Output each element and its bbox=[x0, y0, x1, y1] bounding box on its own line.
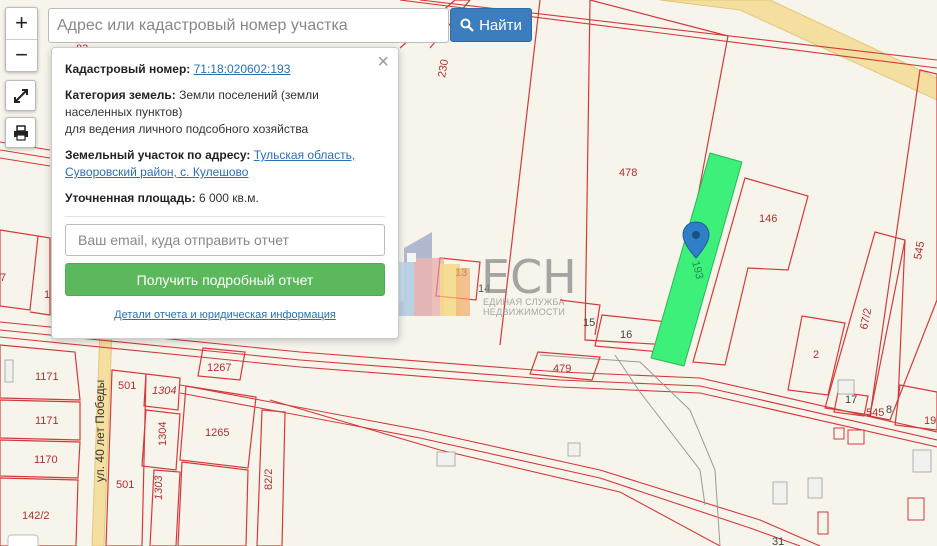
zoom-out-button[interactable]: − bbox=[6, 39, 37, 71]
plot-label: 1303 bbox=[153, 475, 165, 500]
plot-label: 82/2 bbox=[263, 469, 275, 490]
watermark-line1: ЕДИНАЯ СЛУЖБА bbox=[483, 297, 565, 307]
watermark-line2: НЕДВИЖИМОСТИ bbox=[483, 307, 565, 317]
plot-label: 501 bbox=[116, 479, 134, 491]
building bbox=[772, 481, 788, 505]
plot-label: 8 bbox=[886, 404, 892, 416]
address-label: Земельный участок по адресу: bbox=[65, 148, 251, 162]
zoom-control: + − bbox=[5, 7, 38, 72]
plot-label: 478 bbox=[619, 167, 637, 179]
category-usage: для ведения личного подсобного хозяйства bbox=[65, 122, 309, 136]
printer-icon bbox=[13, 124, 28, 141]
plot-label: 146 bbox=[759, 213, 777, 225]
close-icon[interactable]: × bbox=[377, 51, 389, 73]
attribution-button[interactable] bbox=[7, 534, 39, 546]
plot-label: 1171 bbox=[35, 415, 59, 427]
plot-label: 197 bbox=[924, 415, 937, 427]
fullscreen-button[interactable] bbox=[5, 80, 36, 111]
popup-divider bbox=[65, 216, 385, 217]
plot-label: 501 bbox=[118, 380, 136, 392]
street-label: ул. 40 лет Победы bbox=[93, 380, 107, 482]
cadastral-row: Кадастровый номер: 71:18:020602:193 bbox=[65, 61, 385, 78]
cadastral-label: Кадастровый номер: bbox=[65, 62, 191, 76]
search-icon bbox=[460, 18, 474, 32]
building bbox=[567, 442, 581, 457]
plot-label: 545 bbox=[866, 407, 884, 419]
report-details-link[interactable]: Детали отчета и юридическая информация bbox=[65, 307, 385, 324]
area-value: 6 000 кв.м. bbox=[198, 191, 259, 205]
watermark-letters: ЕСН bbox=[481, 250, 577, 304]
building bbox=[436, 451, 456, 467]
building bbox=[912, 449, 932, 473]
building bbox=[807, 477, 823, 499]
print-button[interactable] bbox=[5, 117, 36, 148]
plot-label: 1 bbox=[44, 289, 50, 301]
plot-label: 31 bbox=[772, 536, 784, 546]
address-row: Земельный участок по адресу: Тульская об… bbox=[65, 147, 385, 181]
area-row: Уточненная площадь: 6 000 кв.м. bbox=[65, 190, 385, 207]
plot-label: 1171 bbox=[35, 371, 59, 383]
search-button-label: Найти bbox=[479, 16, 522, 34]
plot-label: 2 bbox=[813, 349, 819, 361]
get-report-button[interactable]: Получить подробный отчет bbox=[65, 263, 385, 296]
plot-label: 17 bbox=[845, 394, 857, 406]
building bbox=[837, 379, 855, 395]
plot-label: 1304 bbox=[152, 385, 176, 397]
zoom-in-button[interactable]: + bbox=[6, 8, 37, 39]
plot-label: 142/2 bbox=[22, 510, 50, 522]
search-input[interactable] bbox=[48, 8, 449, 43]
expand-icon bbox=[13, 88, 28, 103]
plot-label: 479 bbox=[553, 363, 571, 375]
email-input[interactable] bbox=[65, 224, 385, 256]
plot-label: 7 bbox=[0, 272, 6, 284]
plot-label: 1304 bbox=[157, 422, 169, 446]
category-row: Категория земель: Земли поселений (земли… bbox=[65, 87, 385, 138]
category-label: Категория земель: bbox=[65, 88, 176, 102]
search-button[interactable]: Найти bbox=[450, 8, 532, 42]
plot-label: 1170 bbox=[34, 454, 58, 466]
area-label: Уточненная площадь: bbox=[65, 191, 196, 205]
plot-label: 15 bbox=[583, 317, 595, 329]
plot-label: 1267 bbox=[207, 362, 231, 374]
cadastral-number-link[interactable]: 71:18:020602:193 bbox=[194, 62, 291, 76]
building bbox=[4, 359, 14, 383]
plot-info-popup: × Кадастровый номер: 71:18:020602:193 Ка… bbox=[51, 47, 399, 339]
plot-label: 16 bbox=[620, 329, 632, 341]
plot-label: 1265 bbox=[205, 427, 229, 439]
